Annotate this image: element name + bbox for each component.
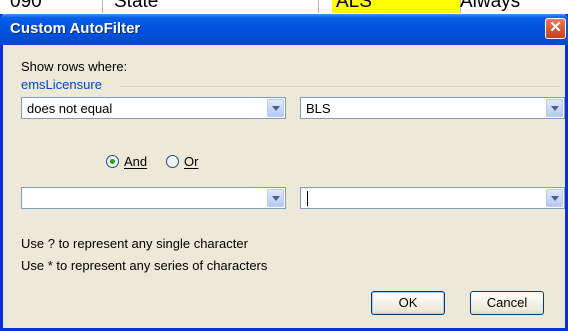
wildcard-hint-series: Use * to represent any series of charact… [21,258,268,273]
ok-button[interactable]: OK [371,291,445,315]
cancel-button[interactable]: Cancel [470,291,544,315]
sheet-cell: 090 [6,0,103,13]
chevron-down-icon[interactable] [267,99,284,117]
sheet-cell-highlighted: ALS [332,0,461,13]
radio-unselected-icon[interactable] [166,155,179,168]
show-rows-label: Show rows where: [21,59,128,74]
title-bar[interactable]: Custom AutoFilter ✕ [0,14,568,45]
group-divider [120,86,560,87]
and-radio-label[interactable]: And [124,154,147,169]
chevron-down-icon[interactable] [267,189,284,207]
text-caret [307,191,308,206]
chevron-down-icon[interactable] [546,189,563,207]
chevron-down-icon[interactable] [546,99,563,117]
sheet-cell: State [110,0,319,13]
sheet-cell: Always [460,0,521,12]
wildcard-hint-single: Use ? to represent any single character [21,236,248,251]
value-combo-1-value: BLS [306,101,331,116]
custom-autofilter-dialog: Custom AutoFilter ✕ Show rows where: ems… [0,14,568,331]
close-icon[interactable]: ✕ [545,18,566,39]
or-radio-label[interactable]: Or [184,154,198,169]
operator-select-1-value: does not equal [27,101,113,116]
dialog-title: Custom AutoFilter [10,20,141,37]
radio-selected-icon[interactable] [106,155,119,168]
value-combo-2[interactable] [300,187,565,209]
value-combo-1[interactable]: BLS [300,97,565,119]
operator-select-2[interactable] [21,187,286,209]
spreadsheet-background: 090 State ALS Always [0,0,568,14]
field-name-label: emsLicensure [21,77,102,92]
operator-select-1[interactable]: does not equal [21,97,286,119]
